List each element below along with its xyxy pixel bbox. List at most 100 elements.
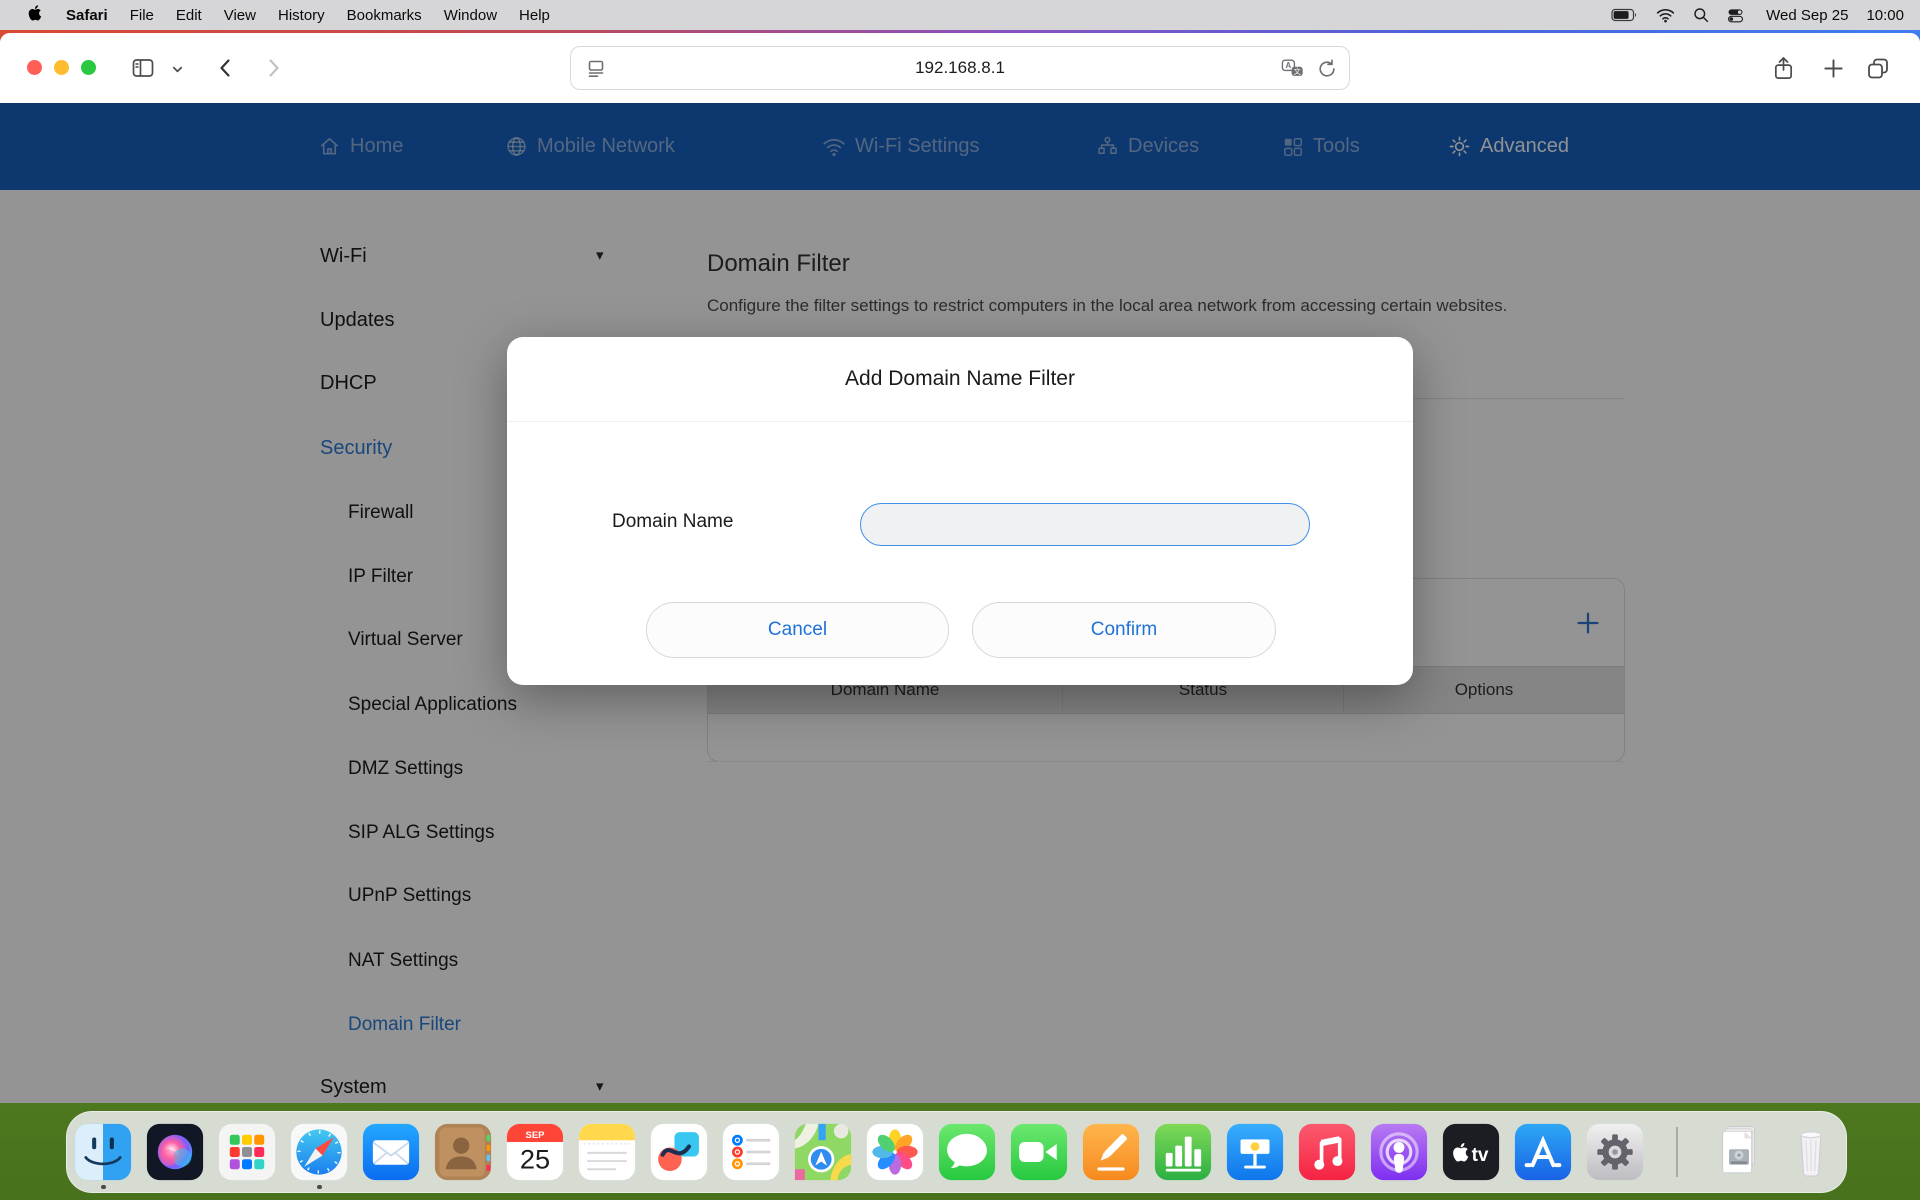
dock-icon-reminders[interactable] [722,1123,780,1181]
running-indicator-safari [317,1185,322,1190]
domain-name-input[interactable] [860,503,1310,546]
cancel-button[interactable]: Cancel [646,602,949,658]
chevron-left-icon [214,56,238,80]
tv-label: tv [1472,1145,1489,1166]
website-settings-icon[interactable] [585,58,607,85]
translate-icon[interactable]: A文 [1281,58,1305,85]
dock-icon-numbers[interactable] [1154,1123,1212,1181]
facetime-icon [1010,1123,1068,1181]
calendar-icon: SEP 25 [506,1123,564,1181]
address-bar[interactable]: 192.168.8.1 A文 [570,46,1350,90]
dock-icon-music[interactable] [1298,1123,1356,1181]
apple-tv-icon: tv [1442,1123,1500,1181]
calendar-month: SEP [525,1130,545,1141]
macos-dock: SEP 25 tv [66,1111,1847,1193]
back-button[interactable] [214,56,238,85]
share-button[interactable] [1772,56,1795,86]
spotlight-search[interactable] [1693,7,1709,23]
dock-icon-maps[interactable] [794,1123,852,1181]
chevron-down-icon [171,63,184,76]
menu-bar-time[interactable]: 10:00 [1866,7,1904,24]
dock-icon-notes[interactable] [578,1123,636,1181]
music-icon [1298,1123,1356,1181]
menu-item-view[interactable]: View [213,7,267,24]
dock-icon-photos[interactable] [866,1123,924,1181]
battery-status[interactable] [1611,8,1638,22]
zoom-window-button[interactable] [81,60,96,75]
apple-logo-icon [27,3,44,23]
svg-text:文: 文 [1293,67,1301,76]
menu-item-window[interactable]: Window [433,7,508,24]
forward-button[interactable] [261,56,285,85]
dock-divider [1676,1127,1678,1177]
url-text: 192.168.8.1 [915,58,1005,78]
confirm-button[interactable]: Confirm [972,602,1276,658]
dock-icon-calendar[interactable]: SEP 25 [506,1123,564,1181]
control-center-icon [1727,7,1744,24]
dock-icon-mail[interactable] [362,1123,420,1181]
tabs-icon [1866,56,1890,81]
svg-text:A: A [1286,61,1292,70]
reminders-icon [722,1123,780,1181]
dock-icon-safari[interactable] [290,1123,348,1181]
calendar-day: 25 [520,1143,550,1174]
dock-icon-documents-stack[interactable] [1710,1123,1768,1181]
dock-icon-trash[interactable] [1782,1123,1840,1181]
freeform-icon [650,1123,708,1181]
tab-group-chevron-button[interactable] [171,63,184,81]
menu-bar-date[interactable]: Wed Sep 25 [1766,7,1848,24]
safari-toolbar: 192.168.8.1 A文 [0,33,1920,103]
battery-icon [1611,8,1638,22]
podcasts-icon [1370,1123,1428,1181]
system-settings-icon [1586,1123,1644,1181]
menu-item-safari[interactable]: Safari [55,7,119,24]
dock-icon-freeform[interactable] [650,1123,708,1181]
safari-icon [290,1123,348,1181]
menu-item-history[interactable]: History [267,7,336,24]
dock-icon-launchpad[interactable] [218,1123,276,1181]
close-window-button[interactable] [27,60,42,75]
dock-icon-keynote[interactable] [1226,1123,1284,1181]
dock-icon-siri[interactable] [146,1123,204,1181]
contacts-icon [434,1123,492,1181]
messages-icon [938,1123,996,1181]
chevron-right-icon [261,56,285,80]
mail-icon [362,1123,420,1181]
new-tab-button[interactable] [1822,56,1845,86]
reload-button[interactable] [1317,58,1337,85]
dock-icon-contacts[interactable] [434,1123,492,1181]
menu-item-help[interactable]: Help [508,7,561,24]
trash-icon [1782,1123,1840,1181]
menu-item-bookmarks[interactable]: Bookmarks [336,7,433,24]
modal-divider [507,421,1413,422]
dock-icon-finder[interactable] [74,1123,132,1181]
sidebar-icon [131,56,155,80]
app-store-icon [1514,1123,1572,1181]
tab-overview-button[interactable] [1866,56,1890,86]
dock-icon-apple-tv[interactable]: tv [1442,1123,1500,1181]
maps-icon [794,1123,852,1181]
apple-menu[interactable] [16,3,55,27]
macos-menu-bar: Safari File Edit View History Bookmarks … [0,0,1920,30]
dock-icon-messages[interactable] [938,1123,996,1181]
domain-name-label: Domain Name [612,511,733,533]
dock-icon-system-settings[interactable] [1586,1123,1644,1181]
menu-item-file[interactable]: File [119,7,165,24]
add-domain-filter-modal: Add Domain Name Filter Domain Name Cance… [507,337,1413,685]
menu-item-edit[interactable]: Edit [165,7,213,24]
menu-bar-status: Wed Sep 25 10:00 [1611,7,1904,24]
minimize-window-button[interactable] [54,60,69,75]
notes-icon [578,1123,636,1181]
wifi-status[interactable] [1656,8,1675,23]
search-icon [1693,7,1709,23]
modal-title: Add Domain Name Filter [507,337,1413,421]
dock-icon-facetime[interactable] [1010,1123,1068,1181]
control-center[interactable] [1727,7,1744,24]
dock-icon-podcasts[interactable] [1370,1123,1428,1181]
sidebar-toggle-button[interactable] [131,56,155,85]
siri-icon [146,1123,204,1181]
dock-icon-pages[interactable] [1082,1123,1140,1181]
launchpad-icon [218,1123,276,1181]
finder-icon [74,1123,132,1181]
dock-icon-app-store[interactable] [1514,1123,1572,1181]
